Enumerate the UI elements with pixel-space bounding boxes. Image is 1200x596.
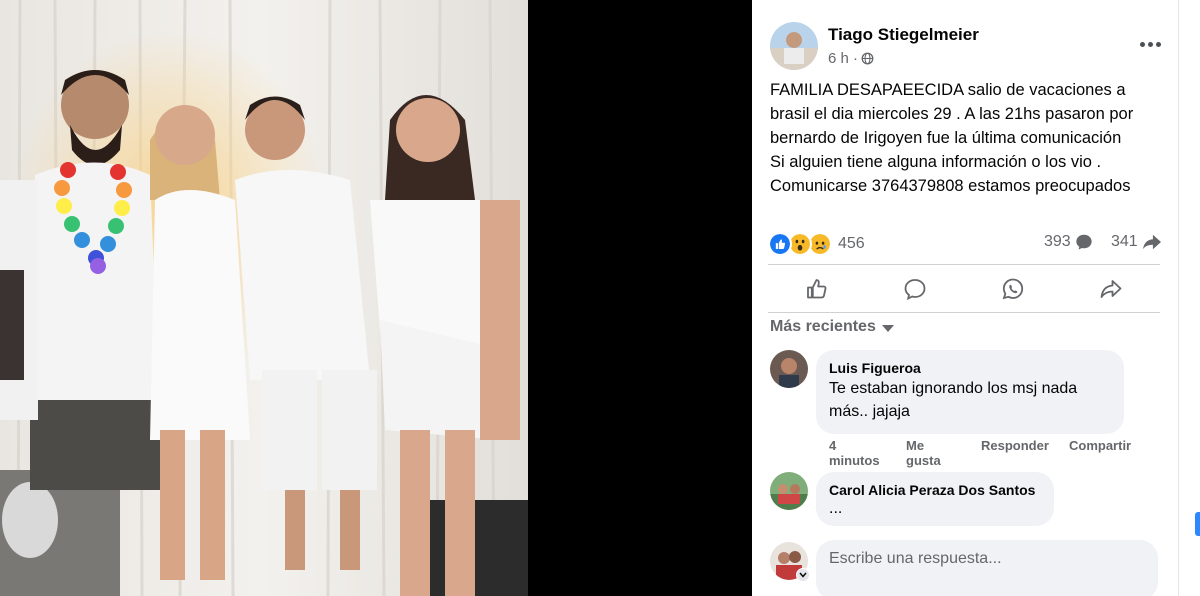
post-text-line: FAMILIA DESAPAEECIDA salio de vacaciones…: [770, 81, 1126, 99]
post-text-line: Si alguien tiene alguna información o lo…: [770, 153, 1102, 171]
divider: [768, 312, 1160, 313]
caret-down-icon: [881, 324, 894, 332]
reactions-summary: 456 393 341: [768, 230, 1166, 258]
comment-time-number[interactable]: 4: [829, 438, 880, 453]
chevron-down-icon: [799, 572, 807, 578]
reactions-count[interactable]: 456: [838, 235, 865, 253]
comment-time-unit[interactable]: minutos: [829, 453, 880, 468]
post-header: Tiago Stiegelmeier 6 h ·: [770, 22, 1170, 72]
reply-input[interactable]: [816, 540, 1158, 596]
divider: [768, 264, 1160, 265]
post-photo[interactable]: [0, 0, 528, 596]
comment-text-line: Te estaban ignorando los msj nada: [829, 380, 1078, 397]
commenter-avatar[interactable]: [770, 472, 808, 510]
share-outline-icon: [1100, 280, 1122, 298]
author-avatar[interactable]: [770, 22, 818, 70]
scroll-edge-indicator: [1195, 512, 1200, 536]
comments-count[interactable]: 393: [1044, 233, 1093, 251]
reply-composer: [770, 540, 1160, 596]
like-button[interactable]: [772, 270, 862, 308]
more-options-button[interactable]: [1132, 26, 1168, 62]
dot-icon: [1139, 41, 1145, 47]
post-text-line: Comunicarse 3764379808 estamos preocupad…: [770, 177, 1131, 195]
comment-text-line: ...: [829, 500, 843, 517]
comment-author[interactable]: Luis Figueroa: [829, 359, 1111, 377]
account-switch-badge[interactable]: [796, 568, 810, 582]
author-name[interactable]: Tiago Stiegelmeier: [828, 25, 979, 45]
like-link-word[interactable]: gusta: [906, 453, 941, 468]
comment-outline-icon: [904, 279, 926, 301]
post-time-label[interactable]: 6 h ·: [828, 50, 858, 67]
like-icon: [768, 232, 792, 256]
comment-time[interactable]: 4 minutos: [829, 438, 880, 468]
dot-icon: [1155, 41, 1161, 47]
like-outline-icon: [807, 279, 827, 299]
comment-like-link[interactable]: Me gusta: [906, 438, 941, 468]
comment-sort-dropdown[interactable]: Más recientes: [770, 318, 894, 336]
comment-author[interactable]: Carol Alicia Peraza Dos Santos: [829, 481, 1041, 499]
comments-count-value[interactable]: 393: [1044, 233, 1071, 251]
globe-icon: [861, 52, 874, 65]
comment-item: Carol Alicia Peraza Dos Santos ...: [770, 472, 1170, 528]
viewer-background: [528, 0, 752, 596]
comment-share-link[interactable]: Compartir: [1069, 438, 1131, 453]
post-text: FAMILIA DESAPAEECIDA salio de vacaciones…: [770, 78, 1180, 198]
comment-bubble: Carol Alicia Peraza Dos Santos ...: [816, 472, 1054, 526]
comment-bubble: Luis Figueroa Te estaban ignorando los m…: [816, 350, 1124, 434]
comment-text-line: más.. jajaja: [829, 403, 910, 420]
shares-count-value[interactable]: 341: [1111, 233, 1138, 251]
dot-icon: [1147, 41, 1153, 47]
comment-button[interactable]: [870, 270, 960, 308]
post-timestamp[interactable]: 6 h ·: [828, 50, 874, 67]
post-text-line: bernardo de Irigoyen fue la última comun…: [770, 129, 1122, 147]
like-link-word[interactable]: Me: [906, 438, 941, 453]
post-text-line: brasil el dia miercoles 29 . A las 21hs …: [770, 105, 1134, 123]
scrollbar[interactable]: [1178, 0, 1200, 596]
post-actions: [768, 266, 1160, 312]
sort-label[interactable]: Más recientes: [770, 318, 876, 336]
share-arrow-icon: [1142, 234, 1161, 250]
post-panel: Tiago Stiegelmeier 6 h · FAMILIA DESAPAE…: [752, 0, 1200, 596]
share-button[interactable]: [1066, 270, 1156, 308]
whatsapp-button[interactable]: [968, 270, 1058, 308]
family-photo-image: [0, 0, 528, 596]
comment-item: Luis Figueroa Te estaban ignorando los m…: [770, 350, 1170, 470]
comment-reply-link[interactable]: Responder: [981, 438, 1049, 453]
comment-bubble-icon: [1076, 234, 1092, 250]
shares-count[interactable]: 341: [1111, 233, 1162, 251]
reaction-icons[interactable]: [768, 232, 838, 256]
whatsapp-icon: [1002, 278, 1024, 300]
commenter-avatar[interactable]: [770, 350, 808, 388]
